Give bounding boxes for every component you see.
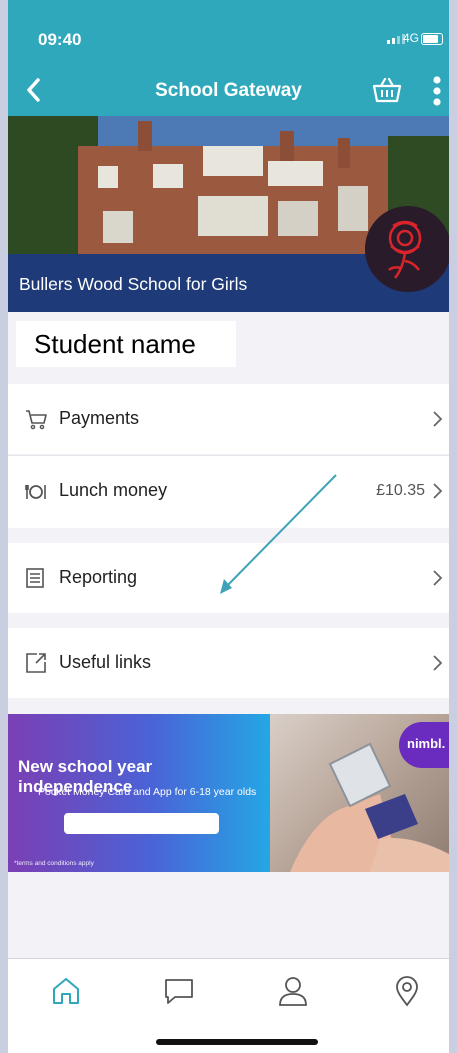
student-name-text: Student name: [34, 329, 196, 359]
app-screen: 09:40 4G School Gateway Bullers Wood Sch…: [8, 0, 449, 1053]
menu-item-payments[interactable]: Payments: [8, 384, 449, 454]
menu-item-lunch-money-label: Lunch money: [59, 480, 168, 500]
menu-item-reporting-label: Reporting: [59, 567, 138, 587]
chevron-right-icon: [433, 570, 443, 586]
promo-subline: Pocket Money Card and App for 6-18 year …: [38, 786, 257, 798]
report-document-icon: [26, 568, 44, 588]
user-icon[interactable]: [277, 975, 309, 1007]
menu-item-payments-label: Payments: [59, 408, 140, 428]
external-link-icon: [26, 653, 46, 673]
shopping-cart-icon: [26, 410, 47, 430]
menu-item-useful-links[interactable]: Useful links: [8, 628, 449, 698]
home-icon[interactable]: [50, 975, 82, 1007]
app-header: School Gateway: [8, 66, 449, 116]
school-name: Bullers Wood School for Girls: [19, 274, 248, 294]
lunch-money-balance: £10.35: [376, 482, 425, 499]
school-banner: Bullers Wood School for Girls: [8, 116, 449, 312]
nimbl-logo: nimbl.: [399, 722, 449, 768]
menu-item-lunch-money[interactable]: Lunch money £10.35: [8, 456, 449, 528]
basket-button[interactable]: [371, 75, 403, 105]
school-crest-logo: [365, 206, 449, 292]
bottom-tab-bar: [8, 958, 449, 1053]
status-time: 09:40: [38, 30, 82, 49]
nimbl-promo-banner[interactable]: New school year independence Pocket Mone…: [8, 714, 449, 872]
chevron-right-icon: [433, 655, 443, 671]
promo-text-panel: New school year independence Pocket Mone…: [8, 714, 270, 872]
location-icon[interactable]: [391, 975, 423, 1007]
network-type: 4G: [402, 31, 419, 45]
more-options-button[interactable]: [431, 76, 443, 106]
chevron-right-icon: [433, 483, 443, 499]
home-indicator: [156, 1039, 318, 1045]
student-name-label: Student name: [16, 321, 236, 367]
chevron-right-icon: [433, 411, 443, 427]
battery-icon: [421, 33, 443, 45]
promo-button[interactable]: [64, 813, 219, 834]
nimbl-logo-text: nimbl.: [407, 736, 446, 751]
promo-photo: nimbl.: [270, 714, 449, 872]
cutlery-plate-icon: [25, 485, 46, 499]
menu-item-useful-links-label: Useful links: [59, 652, 152, 672]
promo-terms: *terms and conditions apply: [14, 860, 94, 867]
chat-icon[interactable]: [163, 975, 195, 1007]
status-bar: 09:40 4G: [8, 0, 449, 66]
menu-item-reporting[interactable]: Reporting: [8, 543, 449, 613]
